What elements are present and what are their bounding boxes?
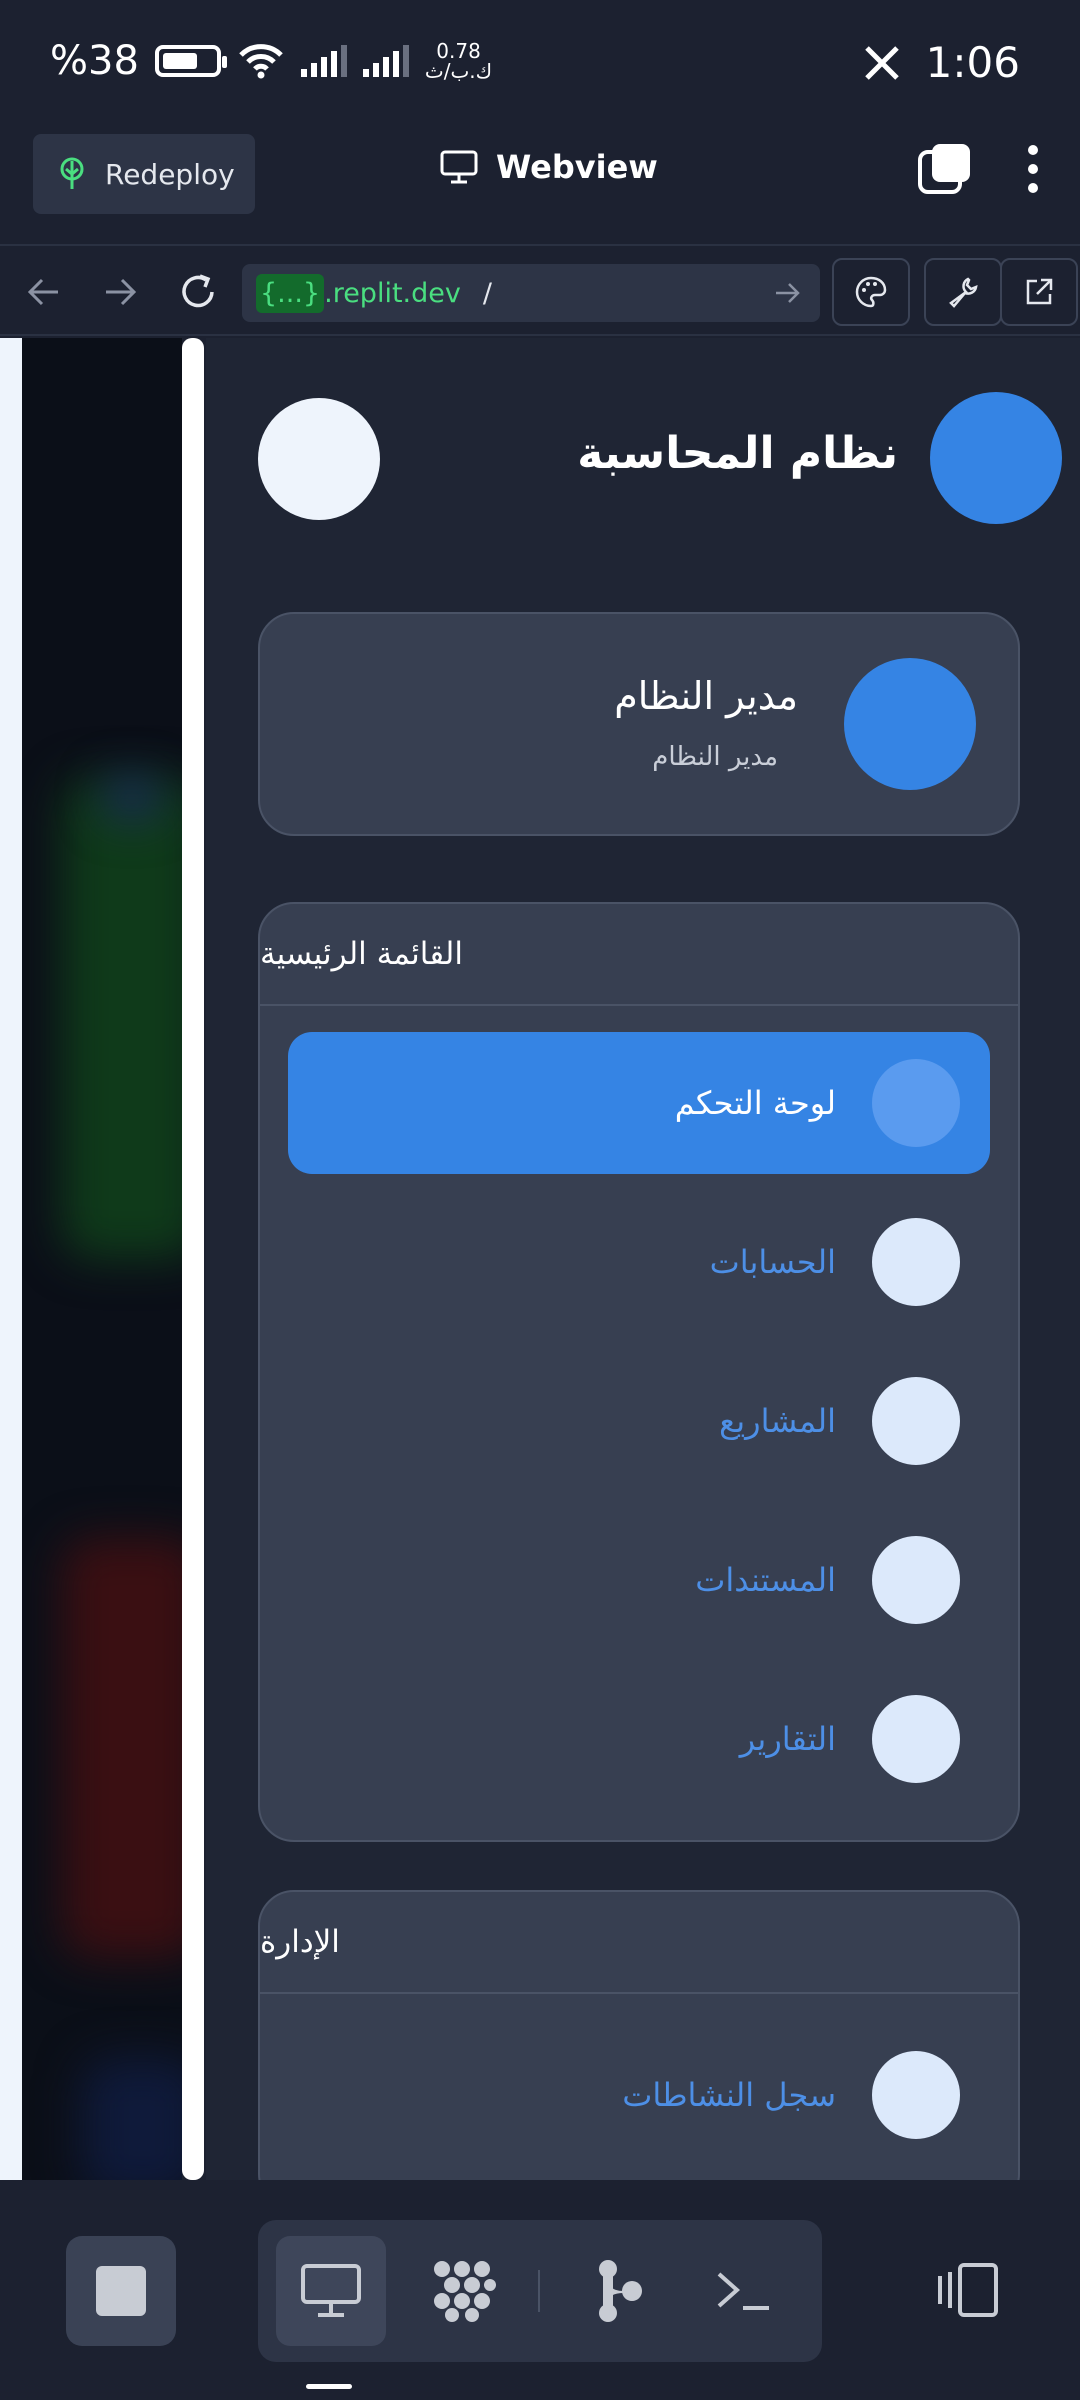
stop-button[interactable] xyxy=(66,2236,176,2346)
drawer-handle[interactable] xyxy=(182,338,204,2180)
wrench-icon xyxy=(949,277,978,308)
panel-toggle-icon[interactable] xyxy=(936,2262,1000,2318)
menu-item-documents[interactable]: المستندات xyxy=(288,1509,990,1651)
user-name: مدير النظام xyxy=(614,674,798,718)
redeploy-label: Redeploy xyxy=(105,157,235,191)
projects-icon xyxy=(872,1377,960,1465)
user-role: مدير النظام xyxy=(652,742,778,772)
webview-label: Webview xyxy=(496,148,658,186)
dashboard-icon xyxy=(872,1059,960,1147)
webview-title[interactable]: Webview xyxy=(440,148,658,186)
back-arrow-icon[interactable] xyxy=(20,268,68,316)
menu-item-label: لوحة التحكم xyxy=(674,1084,836,1122)
menu-item-label: التقارير xyxy=(739,1720,836,1758)
battery-percent: %38 xyxy=(50,38,139,84)
terminal-icon xyxy=(717,2272,769,2310)
home-indicator xyxy=(306,2384,352,2389)
more-menu-icon[interactable] xyxy=(1026,143,1040,195)
tab-webview[interactable] xyxy=(276,2236,386,2346)
app-title: نظام المحاسبة xyxy=(577,428,898,479)
url-bar: {...} .replit.dev / xyxy=(0,248,1080,336)
menu-item-projects[interactable]: المشاريع xyxy=(288,1350,990,1492)
user-avatar xyxy=(844,658,976,790)
app-logo xyxy=(930,392,1062,524)
accounts-icon xyxy=(872,1218,960,1306)
url-path: / xyxy=(482,277,492,309)
user-card[interactable]: مدير النظام مدير النظام xyxy=(258,612,1020,836)
url-host: .replit.dev xyxy=(324,277,461,309)
url-brace: {...} xyxy=(256,273,325,313)
tool-tabs xyxy=(258,2220,822,2362)
go-arrow-icon[interactable] xyxy=(772,278,802,308)
sidebar: نظام المحاسبة مدير النظام مدير النظام ال… xyxy=(206,338,1080,2180)
menu-item-label: المشاريع xyxy=(719,1402,836,1440)
devtools-button[interactable] xyxy=(924,258,1002,326)
clock: 1:06 xyxy=(925,38,1020,87)
wifi-icon xyxy=(239,44,283,79)
menu-item-reports[interactable]: التقارير xyxy=(288,1668,990,1810)
git-icon xyxy=(599,2260,642,2322)
external-link-icon xyxy=(1026,278,1053,305)
signal-icon xyxy=(300,45,347,77)
signal-icon-2 xyxy=(362,45,409,77)
x-logo-icon xyxy=(864,45,899,80)
menu-item-accounts[interactable]: الحسابات xyxy=(288,1191,990,1333)
top-bar: Redeploy Webview xyxy=(0,128,1080,246)
url-input[interactable]: {...} .replit.dev / xyxy=(242,264,820,322)
net-speed-value: 0.78 xyxy=(436,39,481,63)
admin-menu-heading: الإدارة xyxy=(260,1892,1018,1994)
menu-item-label: سجل النشاطات xyxy=(622,2076,836,2114)
packages-icon xyxy=(434,2261,496,2322)
theme-button[interactable] xyxy=(832,258,910,326)
palette-icon xyxy=(855,276,887,308)
documents-icon xyxy=(872,1536,960,1624)
activity-log-icon xyxy=(872,2051,960,2139)
net-speed: 0.78 ك.ب/ث xyxy=(425,41,492,81)
menu-item-label: المستندات xyxy=(695,1561,836,1599)
profile-avatar[interactable] xyxy=(258,398,380,520)
monitor-icon xyxy=(440,150,478,184)
tab-separator xyxy=(538,2270,540,2312)
reload-icon[interactable] xyxy=(174,268,222,316)
battery-icon xyxy=(154,45,227,77)
deploy-icon xyxy=(60,157,84,189)
reports-icon xyxy=(872,1695,960,1783)
content-edge xyxy=(0,338,22,2180)
tab-packages[interactable] xyxy=(408,2236,518,2346)
tab-shell[interactable] xyxy=(688,2236,798,2346)
status-bar: %38 0.78 ك.ب/ث 1:06 xyxy=(0,0,1080,128)
admin-menu: الإدارة سجل النشاطات xyxy=(258,1890,1020,2180)
monitor-icon xyxy=(301,2264,361,2317)
open-external-button[interactable] xyxy=(1000,258,1078,326)
stop-icon xyxy=(96,2266,146,2316)
tab-git[interactable] xyxy=(564,2236,674,2346)
menu-item-label: الحسابات xyxy=(709,1243,836,1281)
forward-arrow-icon[interactable] xyxy=(96,268,144,316)
main-menu-heading: القائمة الرئيسية xyxy=(260,904,1018,1006)
bottom-bar xyxy=(0,2180,1080,2400)
tabs-icon[interactable] xyxy=(918,142,972,196)
main-menu: القائمة الرئيسية لوحة التحكم الحسابات ال… xyxy=(258,902,1020,1842)
net-speed-unit: ك.ب/ث xyxy=(424,59,493,83)
blurred-background xyxy=(22,338,182,2180)
redeploy-button[interactable]: Redeploy xyxy=(33,134,255,214)
menu-item-activity-log[interactable]: سجل النشاطات xyxy=(288,2024,990,2166)
menu-item-dashboard[interactable]: لوحة التحكم xyxy=(288,1032,990,1174)
